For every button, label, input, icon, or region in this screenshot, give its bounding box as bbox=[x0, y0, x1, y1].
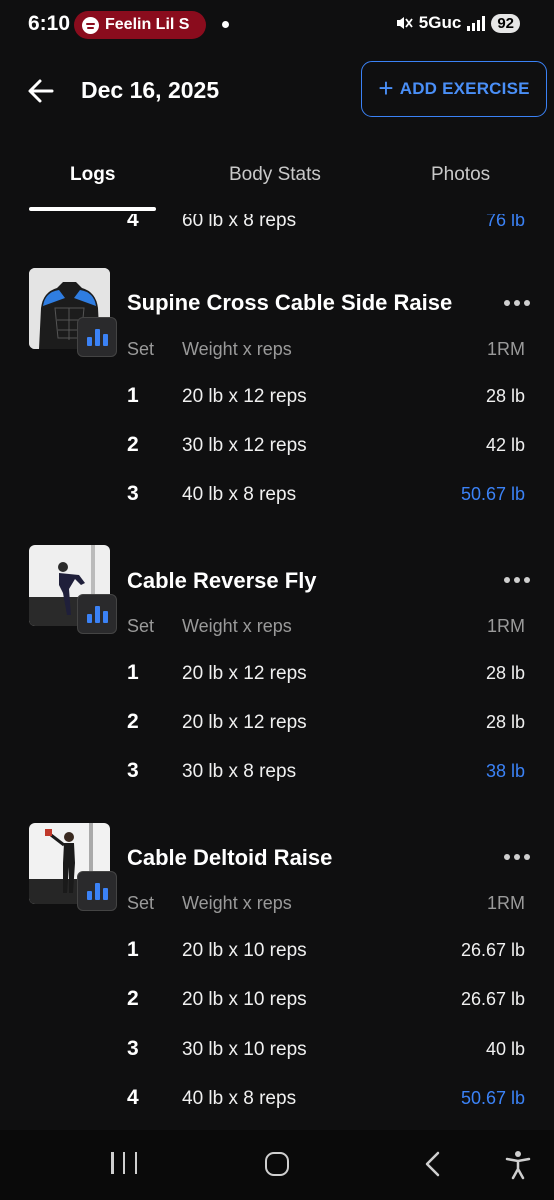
column-headers: Set Weight x reps 1RM bbox=[127, 616, 525, 636]
tab-bar: Logs Body Stats Photos bbox=[0, 140, 554, 214]
set-row[interactable]: 2 20 lb x 10 reps 26.67 lb bbox=[0, 987, 554, 1027]
active-tab-indicator bbox=[29, 207, 156, 211]
page-title: Dec 16, 2025 bbox=[81, 77, 220, 103]
recent-apps-icon[interactable] bbox=[111, 1152, 137, 1176]
status-icons: 5Guc 92 bbox=[395, 13, 520, 33]
mute-icon bbox=[396, 17, 413, 29]
exercise-name[interactable]: Supine Cross Cable Side Raise bbox=[127, 290, 452, 316]
add-exercise-label: ADD EXERCISE bbox=[399, 79, 530, 98]
logs-list[interactable]: 4 60 lb x 8 reps 76 lb Supine Cross Cabl… bbox=[0, 214, 554, 1130]
status-time: 6:10 bbox=[28, 12, 71, 35]
more-options-icon[interactable] bbox=[504, 854, 530, 862]
set-row[interactable]: 2 20 lb x 12 reps 28 lb bbox=[0, 710, 554, 750]
set-row[interactable]: 3 40 lb x 8 reps 50.67 lb bbox=[0, 482, 554, 522]
nav-back-icon[interactable] bbox=[420, 1150, 446, 1178]
set-row[interactable]: 1 20 lb x 10 reps 26.67 lb bbox=[0, 938, 554, 978]
now-playing-pill[interactable]: Feelin Lil S bbox=[74, 11, 206, 39]
system-nav-bar bbox=[0, 1130, 554, 1200]
status-bar: 6:10 Feelin Lil S 5Guc 92 bbox=[0, 0, 554, 48]
plus-icon: + bbox=[378, 73, 394, 103]
exercise-name[interactable]: Cable Deltoid Raise bbox=[127, 845, 332, 871]
app-header: Dec 16, 2025 + ADD EXERCISE bbox=[0, 48, 554, 138]
column-headers: Set Weight x reps 1RM bbox=[127, 339, 525, 359]
network-label: 5Guc bbox=[418, 13, 462, 32]
now-playing-text: Feelin Lil S bbox=[105, 16, 190, 33]
spotify-icon bbox=[82, 16, 99, 34]
column-headers: Set Weight x reps 1RM bbox=[127, 893, 525, 913]
tab-body-stats[interactable]: Body Stats bbox=[229, 164, 321, 186]
tab-photos[interactable]: Photos bbox=[431, 164, 490, 186]
notification-dot bbox=[222, 21, 229, 28]
set-row[interactable]: 1 20 lb x 12 reps 28 lb bbox=[0, 384, 554, 424]
set-row[interactable]: 3 30 lb x 10 reps 40 lb bbox=[0, 1037, 554, 1077]
set-row[interactable]: 3 30 lb x 8 reps 38 lb bbox=[0, 759, 554, 799]
accessibility-icon[interactable] bbox=[504, 1150, 532, 1180]
signal-icon bbox=[467, 15, 486, 31]
set-row[interactable]: 1 20 lb x 12 reps 28 lb bbox=[0, 661, 554, 701]
set-row[interactable]: 2 30 lb x 12 reps 42 lb bbox=[0, 433, 554, 473]
set-row[interactable]: 4 40 lb x 8 reps 50.67 lb bbox=[0, 1086, 554, 1126]
more-options-icon[interactable] bbox=[504, 300, 530, 308]
more-options-icon[interactable] bbox=[504, 577, 530, 585]
home-icon[interactable] bbox=[265, 1152, 289, 1176]
set-row: 4 60 lb x 8 reps 76 lb bbox=[127, 214, 525, 231]
tab-logs[interactable]: Logs bbox=[70, 164, 115, 186]
back-arrow-icon[interactable] bbox=[26, 76, 56, 106]
battery-level: 92 bbox=[491, 13, 520, 33]
add-exercise-button[interactable]: + ADD EXERCISE bbox=[361, 61, 547, 117]
exercise-name[interactable]: Cable Reverse Fly bbox=[127, 568, 317, 594]
